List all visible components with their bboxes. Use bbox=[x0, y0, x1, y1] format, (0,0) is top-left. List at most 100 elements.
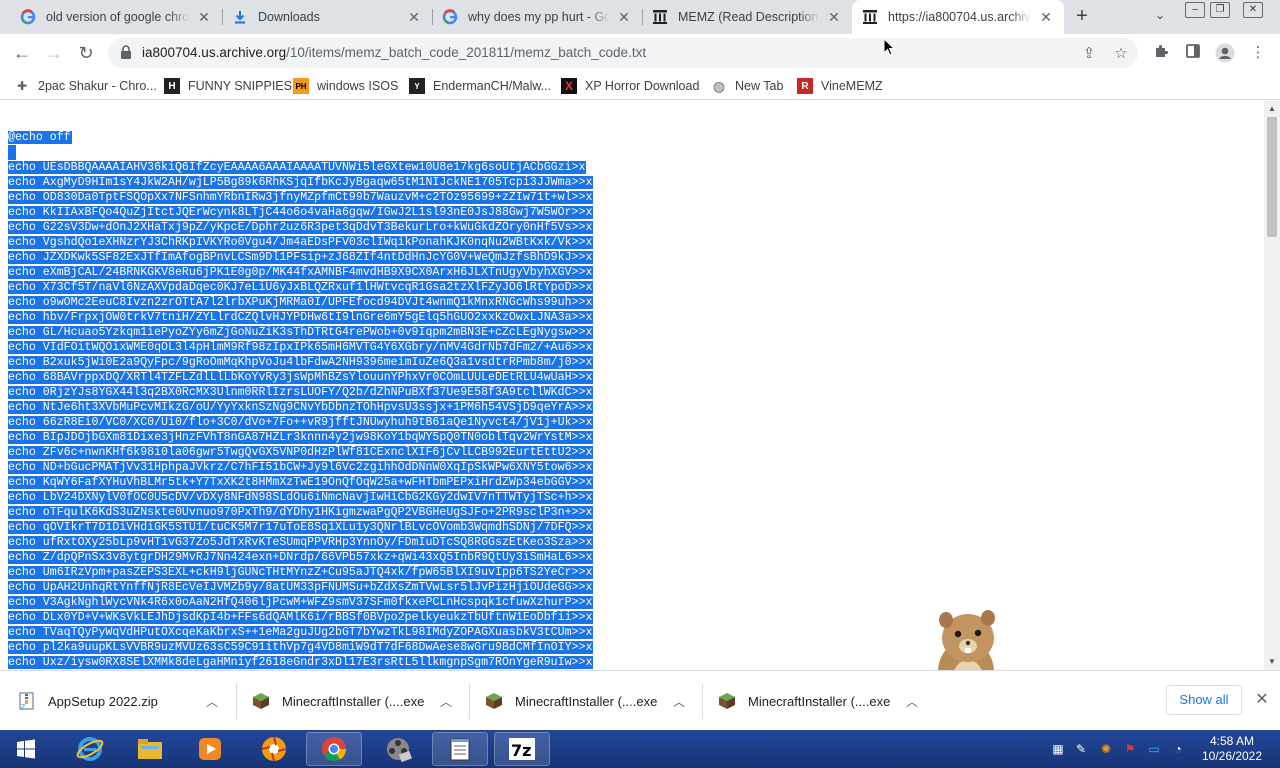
code-line: echo ND+bGucPMATjVv31HphpaJVkrz/C7hFI51b… bbox=[8, 460, 594, 475]
tray-grid-icon[interactable]: ▦ bbox=[1050, 741, 1066, 757]
window-close-button[interactable]: ✕ bbox=[1243, 2, 1263, 18]
address-bar[interactable]: ia800704.us.archive.org/10/items/memz_ba… bbox=[108, 38, 1138, 68]
code-line: echo TVaqTQyPyWqVdHPutOXcqeKaKbrxS++1eMa… bbox=[8, 625, 594, 640]
movie-reel-icon[interactable] bbox=[370, 732, 426, 766]
close-icon[interactable]: ✕ bbox=[196, 9, 212, 25]
download-shelf: Z AppSetup 2022.zip ︿ MinecraftInstaller… bbox=[0, 670, 1280, 730]
scroll-down-arrow-icon[interactable]: ▼ bbox=[1268, 657, 1276, 666]
url-text[interactable]: ia800704.us.archive.org/10/items/memz_ba… bbox=[142, 45, 646, 60]
code-line: echo BIpJDOjbGXm81Dixe3jHnzFVhT8nGA87HZL… bbox=[8, 430, 594, 445]
bookmark-endermanch[interactable]: Y EndermanCH/Malw... bbox=[409, 76, 551, 96]
minecraft-block-icon bbox=[485, 692, 503, 710]
start-button[interactable] bbox=[0, 732, 52, 766]
bookmark-windows-isos[interactable]: PH windows ISOS bbox=[293, 76, 398, 96]
mouse-cursor-icon bbox=[883, 37, 896, 60]
new-tab-button[interactable]: + bbox=[1070, 5, 1094, 29]
archive-temple-icon bbox=[862, 9, 878, 25]
download-separator bbox=[702, 683, 703, 719]
scroll-thumb[interactable] bbox=[1267, 117, 1277, 237]
code-line: echo JZXDKwk5SF82ExJTfImAfogBPnvLCSm9Dl1… bbox=[8, 250, 594, 265]
tab-old-chrome[interactable]: old version of google chrome ✕ bbox=[10, 0, 222, 34]
code-line-text: echo qOVIkrT7D1DiVHdiGK5STU1/tuCK5M7r17u… bbox=[8, 521, 594, 534]
internet-explorer-icon[interactable] bbox=[62, 732, 118, 766]
code-line-text: echo o9wOMc2EeuC8Ivzn2zrOTtA7l2lrbXPuKjM… bbox=[8, 296, 594, 309]
restore-button[interactable]: ❐ bbox=[1210, 2, 1230, 18]
page-content: @echo off echo UEsDBBQAAAAIAHV36kiQ6IfZcy… bbox=[0, 101, 1264, 670]
svg-text:Z: Z bbox=[21, 704, 25, 710]
taskbar-clock[interactable]: 4:58 AM 10/26/2022 bbox=[1196, 734, 1268, 764]
chrome-icon[interactable] bbox=[306, 732, 362, 766]
chevron-up-icon[interactable]: ︿ bbox=[904, 693, 920, 709]
code-line-text: echo LbV24DXNylV0fOC0U5cDV/vDXy8NFdN98SL… bbox=[8, 491, 594, 504]
bonzi-icon[interactable] bbox=[246, 732, 302, 766]
code-line: echo Um6IRzVpm+pasZEPS3EXL+ckH9ljGUNcTHt… bbox=[8, 565, 594, 580]
media-player-icon[interactable] bbox=[182, 732, 238, 766]
extensions-puzzle-icon[interactable] bbox=[1151, 43, 1171, 63]
code-line-text: echo V3AgkNghlWycVNk4R6x0oAaN2HfQ406ljPc… bbox=[8, 596, 594, 609]
code-line: echo ZFv6c+nwnKHf6k98i0la06gwr5TwgQvGX5V… bbox=[8, 445, 594, 460]
code-line bbox=[8, 145, 593, 160]
reload-icon[interactable]: ↻ bbox=[74, 41, 98, 65]
tray-monitor-icon[interactable]: ▭ bbox=[1146, 741, 1162, 757]
tray-volume-icon[interactable]: ◔ bbox=[1170, 741, 1186, 757]
code-line-text: echo G22sV3Dw+dOnJ2XHaTxj9pZ/yKpcE/Dphr2… bbox=[8, 221, 594, 234]
bookmark-vinememz[interactable]: R VineMEMZ bbox=[797, 76, 883, 96]
download-item[interactable]: MinecraftInstaller (....exe ︿ bbox=[718, 671, 935, 731]
download-item[interactable]: MinecraftInstaller (....exe ︿ bbox=[252, 671, 469, 731]
tray-pen-icon[interactable]: ✎ bbox=[1073, 741, 1089, 757]
close-icon[interactable]: ✕ bbox=[406, 9, 422, 25]
clock-time: 4:58 AM bbox=[1209, 734, 1255, 748]
close-icon[interactable]: ✕ bbox=[1038, 9, 1054, 25]
chevron-up-icon[interactable]: ︿ bbox=[438, 693, 454, 709]
bookmark-new-tab[interactable]: ◍ New Tab bbox=[711, 76, 784, 96]
download-item[interactable]: MinecraftInstaller (....exe ︿ bbox=[485, 671, 702, 731]
tray-bonzi-icon[interactable]: ✺ bbox=[1098, 741, 1114, 757]
share-icon[interactable]: ⇪ bbox=[1080, 45, 1098, 63]
code-line: echo o9wOMc2EeuC8Ivzn2zrOTtA7l2lrbXPuKjM… bbox=[8, 295, 594, 310]
menu-kebab-icon[interactable]: ⋮ bbox=[1248, 43, 1268, 63]
code-line: echo UEsDBBQAAAAIAHV36kiQ6IfZcyEAAAA6AAA… bbox=[8, 160, 593, 175]
code-line-text: echo AxgMyD9HIm1sY4JkW2AH/wjLP5Bg89k6RhK… bbox=[8, 176, 594, 189]
forward-arrow-icon[interactable]: → bbox=[42, 41, 66, 65]
bookmark-star-icon[interactable]: ☆ bbox=[1112, 45, 1130, 63]
tab-downloads[interactable]: Downloads ✕ bbox=[222, 0, 432, 34]
code-line: echo eXmBjCAL/24BRNKGKV8eRu6jPK1E0g0p/MK… bbox=[8, 265, 594, 280]
notepad-icon[interactable] bbox=[432, 732, 488, 766]
batch-code-text[interactable]: @echo off echo UEsDBBQAAAAIAHV36kiQ6IfZcy… bbox=[8, 130, 594, 670]
code-line: echo DLx0YD+V+WKsVkLEJhDjsdKpI4b+FFs6dQA… bbox=[8, 610, 594, 625]
tray-flag-icon[interactable]: ⚑ bbox=[1122, 741, 1138, 757]
bookmark-funny-snippies[interactable]: H FUNNY SNIPPIES bbox=[164, 76, 292, 96]
tab-memz[interactable]: MEMZ (Read Description below) ✕ bbox=[642, 0, 852, 34]
vertical-scrollbar[interactable]: ▲ ▼ bbox=[1264, 101, 1280, 670]
minimize-button[interactable]: – bbox=[1185, 2, 1205, 18]
code-line-text: echo BIpJDOjbGXm81Dixe3jHnzFVhT8nGA87HZL… bbox=[8, 431, 594, 444]
scroll-up-arrow-icon[interactable]: ▲ bbox=[1268, 104, 1276, 113]
code-line: echo VgshdQo1eXHNzrYJ3ChRKpIVKYRo0Vgu4/J… bbox=[8, 235, 594, 250]
code-line-text: echo VIdFOitWQOixWME0qOL3l4pHlmM9Rf98zIp… bbox=[8, 341, 594, 354]
tab-active-batch-txt[interactable]: https://ia800704.us.archive.org/10/items… bbox=[852, 0, 1064, 34]
7zip-icon[interactable]: 7z bbox=[494, 732, 550, 766]
tab-search[interactable]: why does my pp hurt - Google Search ✕ bbox=[432, 0, 642, 34]
side-panel-icon[interactable] bbox=[1183, 43, 1203, 63]
puzzle-icon: ✚ bbox=[16, 79, 28, 93]
code-line: echo Uxz/iysw0RX8SElXMMk8deLgaHMniyf2618… bbox=[8, 655, 594, 670]
bookmark-xp-horror[interactable]: X XP Horror Download bbox=[561, 76, 699, 96]
close-icon[interactable]: ✕ bbox=[1253, 691, 1271, 709]
show-all-button[interactable]: Show all bbox=[1166, 685, 1242, 715]
code-line-text: echo OD830Da0TptFSQOpXx7NFSnhmYRbnIRw3jf… bbox=[8, 191, 594, 204]
archive-temple-icon bbox=[652, 9, 668, 25]
download-item[interactable]: Z AppSetup 2022.zip ︿ bbox=[18, 671, 236, 731]
close-icon[interactable]: ✕ bbox=[826, 9, 842, 25]
bookmark-2pac[interactable]: ✚ 2pac Shakur - Chro... bbox=[14, 76, 157, 96]
back-arrow-icon[interactable]: ← bbox=[10, 41, 34, 65]
chevron-up-icon[interactable]: ︿ bbox=[204, 693, 220, 709]
file-explorer-icon[interactable] bbox=[122, 732, 178, 766]
chevron-up-icon[interactable]: ︿ bbox=[671, 693, 687, 709]
close-icon[interactable]: ✕ bbox=[616, 9, 632, 25]
lock-icon[interactable] bbox=[120, 45, 132, 63]
tab-search-chevron-icon[interactable]: ⌄ bbox=[1150, 8, 1170, 26]
profile-avatar-icon[interactable] bbox=[1215, 43, 1235, 63]
tab-title: Downloads bbox=[258, 10, 320, 24]
x-logo-icon: X bbox=[561, 78, 577, 94]
bookmarks-bar: ✚ 2pac Shakur - Chro... H FUNNY SNIPPIES… bbox=[0, 72, 1280, 100]
